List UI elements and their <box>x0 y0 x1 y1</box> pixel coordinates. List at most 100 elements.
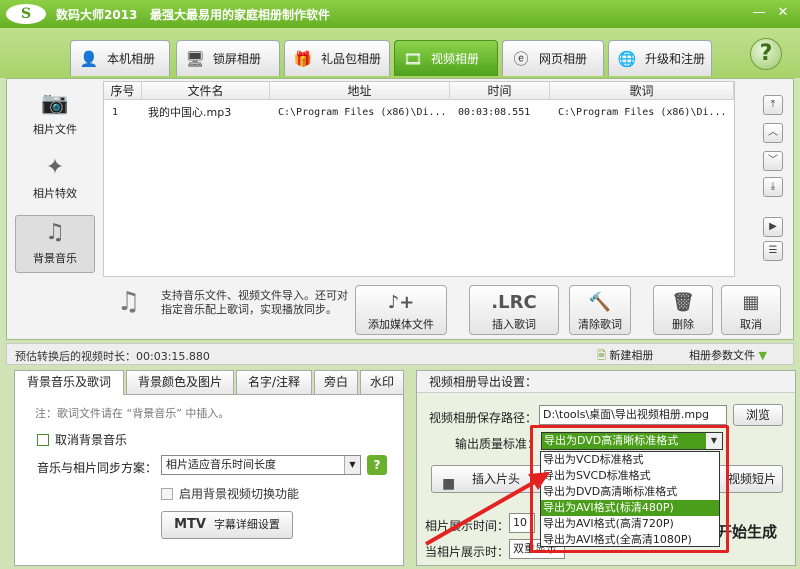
move-bottom-button[interactable]: ⤓ <box>763 177 783 197</box>
quality-select[interactable]: 导出为DVD高清晰标准格式 ▼ <box>541 432 723 450</box>
music-file-table: 序号 文件名 地址 时间 歌词 1 我的中国心.mp3 C:\Program F… <box>103 81 735 277</box>
move-top-button[interactable]: ⤒ <box>763 95 783 115</box>
help-button[interactable]: ? <box>750 38 782 70</box>
insert-lyrics-button[interactable]: .LRC 插入歌词 <box>469 285 559 335</box>
document-icon: 🗎 <box>597 349 610 362</box>
column-header-time[interactable]: 时间 <box>450 82 550 100</box>
quality-option-avi-720p[interactable]: 导出为AVI格式(高清720P) <box>541 516 719 532</box>
button-label: 取消 <box>740 318 762 331</box>
quality-option-dvd[interactable]: 导出为DVD高清晰标准格式 <box>541 484 719 500</box>
show-time-input[interactable]: 10 <box>509 513 535 533</box>
film-icon: 🎞 <box>403 49 423 68</box>
tab-label: 网页相册 <box>539 52 588 66</box>
quality-option-avi-1080p[interactable]: 导出为AVI格式(全高清1080P) <box>541 532 719 548</box>
delete-button[interactable]: 🗑 删除 <box>653 285 713 335</box>
bg-video-switch-checkbox[interactable]: 启用背景视频切换功能 <box>161 485 299 502</box>
checkbox-label: 启用背景视频切换功能 <box>179 487 300 501</box>
column-header-index[interactable]: 序号 <box>104 82 142 100</box>
tab-gift-album[interactable]: 🎁 礼品包相册 <box>284 40 390 76</box>
clear-lyrics-button[interactable]: 🔨 清除歌词 <box>569 285 631 335</box>
question-icon[interactable]: ? <box>367 455 387 475</box>
table-header: 序号 文件名 地址 时间 歌词 <box>104 82 734 100</box>
mtv-icon: MTV <box>174 517 206 532</box>
sidebar-item-label: 背景音乐 <box>33 252 77 265</box>
start-generate-button[interactable]: 开始生成 <box>717 521 777 542</box>
tab-bg-color-image[interactable]: 背景颜色及图片 <box>126 370 234 394</box>
tab-watermark[interactable]: 水印 <box>360 370 404 394</box>
chevron-down-icon: ▼ <box>706 433 722 449</box>
button-label: 字幕详细设置 <box>213 518 280 531</box>
table-row[interactable]: 1 我的中国心.mp3 C:\Program Files (x86)\Di...… <box>104 104 734 122</box>
chevron-down-icon: ▼ <box>344 456 360 474</box>
sync-scheme-select[interactable]: 相片适应音乐时间长度 ▼ <box>161 455 361 475</box>
hammer-icon: 🔨 <box>588 292 612 313</box>
button-label: 插入片头 <box>472 472 521 486</box>
tab-label: 升级和注册 <box>645 52 706 66</box>
play-button[interactable]: ▶ <box>763 217 783 237</box>
checkbox-box <box>37 434 49 446</box>
main-panel: 📷 相片文件 ✦ 相片特效 ♫ 背景音乐 序号 文件名 地址 时间 歌词 1 我… <box>6 78 794 340</box>
horizontal-scrollbar[interactable] <box>103 277 735 283</box>
close-button[interactable]: ✕ <box>774 4 792 22</box>
tab-narration[interactable]: 旁白 <box>314 370 358 394</box>
app-name: 数码大师2013 <box>56 8 138 22</box>
sidebar-item-photo-files[interactable]: 📷 相片文件 <box>15 87 95 145</box>
app-slogan: 最强大最易用的家庭相册制作软件 <box>150 8 331 22</box>
music-note-icon: ♫ <box>45 220 65 245</box>
sparkle-icon: ✦ <box>45 155 65 180</box>
top-tab-bar: 👤 本机相册 🖥 锁屏相册 🎁 礼品包相册 🎞 视频相册 ⓔ 网页相册 🌐 升级… <box>0 28 800 78</box>
subtitle-settings-button[interactable]: MTV 字幕详细设置 <box>161 511 293 539</box>
tab-label: 视频相册 <box>431 52 480 66</box>
move-down-button[interactable]: ﹀ <box>763 151 783 171</box>
sidebar-item-label: 相片文件 <box>33 123 77 136</box>
quality-dropdown-list: 导出为VCD标准格式 导出为SVCD标准格式 导出为DVD高清晰标准格式 导出为… <box>540 451 720 547</box>
show-time-label: 相片展示时间： <box>425 519 510 533</box>
tab-name-notes[interactable]: 名字/注释 <box>236 370 312 394</box>
new-album-button[interactable]: 🗎 新建相册 <box>597 347 653 366</box>
music-hint-icon: ♫ <box>117 287 141 317</box>
column-header-path[interactable]: 地址 <box>270 82 450 100</box>
tab-label: 锁屏相册 <box>213 52 262 66</box>
globe-icon: 🌐 <box>617 49 637 68</box>
button-label: 插入歌词 <box>492 318 536 331</box>
status-bar: 预估转换后的视频时长：00:03:15.880 🗎 新建相册 相册参数文件 ▼ <box>6 343 794 365</box>
sidebar-item-label: 相片特效 <box>33 187 77 200</box>
monitor-icon: 🖥 <box>185 49 205 68</box>
cancel-button[interactable]: ▦ 取消 <box>721 285 781 335</box>
button-label: 删除 <box>672 318 694 331</box>
quality-option-avi-480p[interactable]: 导出为AVI格式(标清480P) <box>541 500 719 516</box>
chevron-down-icon: ▼ <box>758 349 767 362</box>
video-short-button[interactable]: 视频短片 <box>713 465 783 493</box>
column-header-lyrics[interactable]: 歌词 <box>550 82 734 100</box>
lyrics-note: 注：歌词文件请在 “背景音乐” 中插入。 <box>35 407 230 420</box>
tab-bg-music-lyrics[interactable]: 背景音乐及歌词 <box>14 370 124 395</box>
sidebar-item-photo-effects[interactable]: ✦ 相片特效 <box>15 151 95 209</box>
album-params-menu[interactable]: 相册参数文件 ▼ <box>689 347 767 363</box>
save-path-input[interactable]: D:\tools\桌面\导出视频相册.mpg <box>539 405 727 425</box>
button-label: 新建相册 <box>609 349 654 362</box>
tab-lockscreen-album[interactable]: 🖥 锁屏相册 <box>176 40 280 76</box>
tab-local-album[interactable]: 👤 本机相册 <box>70 40 170 76</box>
insert-intro-button[interactable]: ■ 插入片头 <box>431 465 543 493</box>
move-up-button[interactable]: ︿ <box>763 123 783 143</box>
cancel-bg-music-checkbox[interactable]: 取消背景音乐 <box>37 431 127 448</box>
browse-button[interactable]: 浏览 <box>733 404 783 426</box>
button-label: 清除歌词 <box>578 318 622 331</box>
column-header-filename[interactable]: 文件名 <box>142 82 270 100</box>
cell-filename: 我的中国心.mp3 <box>148 106 232 119</box>
title-bar: S 数码大师2013 最强大最易用的家庭相册制作软件 — ✕ <box>0 0 800 28</box>
add-media-button[interactable]: ♪+ 添加媒体文件 <box>355 285 447 335</box>
tab-upgrade-register[interactable]: 🌐 升级和注册 <box>608 40 712 76</box>
quality-option-svcd[interactable]: 导出为SVCD标准格式 <box>541 468 719 484</box>
tab-video-album[interactable]: 🎞 视频相册 <box>394 40 498 76</box>
cell-index: 1 <box>112 107 119 118</box>
tab-web-album[interactable]: ⓔ 网页相册 <box>502 40 604 76</box>
music-tab-body: 注：歌词文件请在 “背景音乐” 中插入。 取消背景音乐 音乐与相片同步方案： 相… <box>14 394 404 566</box>
minimize-button[interactable]: — <box>750 4 768 22</box>
cell-lyrics: C:\Program Files (x86)\Di... <box>558 107 727 118</box>
sidebar-item-background-music[interactable]: ♫ 背景音乐 <box>15 215 95 273</box>
details-button[interactable]: ☰ <box>763 241 783 261</box>
quality-option-vcd[interactable]: 导出为VCD标准格式 <box>541 452 719 468</box>
estimated-duration: 预估转换后的视频时长：00:03:15.880 <box>15 350 210 363</box>
select-value: 导出为DVD高清晰标准格式 <box>544 434 679 447</box>
